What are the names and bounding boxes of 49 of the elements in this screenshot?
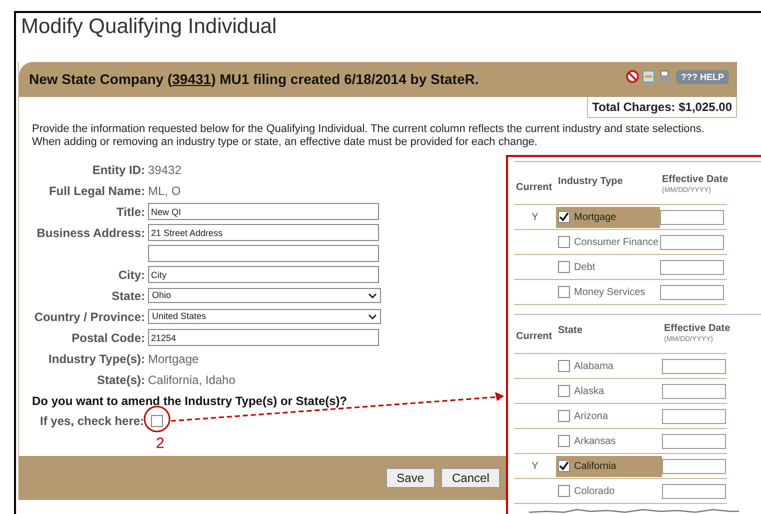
page-title: Modify Qualifying Individual	[20, 14, 278, 40]
help-button[interactable]: ??? HELP	[676, 70, 729, 84]
field-label: State(s):	[96, 372, 145, 388]
option-label: Consumer Finance	[574, 236, 658, 250]
form-button[interactable]: Cancel	[441, 468, 500, 488]
checkbox-label: If yes, check here:	[40, 413, 144, 430]
dropdown-field[interactable]: United States	[148, 309, 381, 324]
instructions-text: Provide the information requested below for the Qualifying Individual. The current column reflects the current industry and state selections. When adding or removing an industry type or state, an effective date must be provided for each change.	[31, 123, 706, 149]
field-label: City:	[118, 266, 145, 284]
option-label: Colorado	[574, 484, 615, 498]
field-label: Country / Province:	[34, 308, 145, 326]
option-label: Mortgage	[574, 210, 616, 224]
option-label: Arkansas	[574, 434, 616, 448]
text-field[interactable]: 21 Street Address	[148, 224, 379, 241]
field-label: Full Legal Name:	[48, 182, 145, 200]
field-label: State:	[112, 288, 145, 304]
column-header: Effective Date	[664, 323, 730, 335]
field-value: California, Idaho	[148, 372, 236, 388]
option-label: Arizona	[574, 410, 608, 424]
form-button[interactable]: Save	[386, 468, 435, 488]
column-header: Effective Date	[662, 174, 728, 186]
option-label: Money Services	[574, 286, 646, 300]
field-label: Entity ID:	[92, 162, 145, 178]
field-value: Mortgage	[148, 350, 199, 368]
company-link[interactable]: 39431	[172, 71, 212, 87]
field-label: Industry Type(s):	[48, 350, 145, 368]
total-charges: Total Charges: $1,025.00	[587, 97, 737, 118]
field-value: ML, O	[148, 182, 181, 200]
column-header: Current	[516, 182, 552, 193]
step-number: 2	[156, 435, 164, 452]
text-field[interactable]: 21254	[148, 329, 379, 346]
option-label: California	[574, 460, 616, 474]
column-header: State	[558, 324, 584, 338]
current-label: Y	[532, 460, 538, 474]
field-label: Postal Code:	[72, 330, 145, 346]
field-label: Business Address:	[36, 224, 145, 242]
option-label: Debt	[574, 260, 596, 274]
column-header: Industry Type	[558, 175, 624, 189]
text-field[interactable]: New QI	[148, 203, 379, 220]
field-value: 39432	[148, 162, 182, 178]
current-label: Y	[532, 210, 538, 224]
field-label: Title:	[116, 204, 145, 220]
text-field[interactable]: City	[148, 266, 379, 283]
option-label: Alaska	[574, 384, 604, 398]
column-header: Current	[516, 331, 552, 342]
filing-heading: New State Company (39431) MU1 filing created 6/18/2014 by StateR.	[29, 70, 479, 89]
amend-question: Do you want to amend the Industry Type(s) or State(s)?	[32, 394, 348, 408]
option-label: Alabama	[574, 360, 614, 374]
dropdown-field[interactable]: Ohio	[148, 288, 381, 303]
